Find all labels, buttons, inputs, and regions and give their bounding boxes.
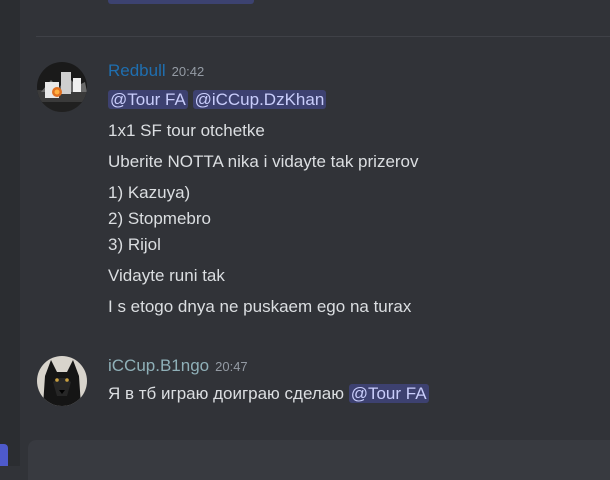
message-line: Я в тб играю доиграю сделаю @Tour FA	[108, 383, 610, 405]
message-line: Vidayte runi tak	[108, 266, 225, 285]
message-content: Redbull 20:42 @Tour FA @iCCup.DzKhan 1x1 …	[108, 60, 610, 318]
message-line: 1) Kazuya)	[108, 183, 191, 202]
server-sidebar-edge	[0, 0, 20, 466]
username[interactable]: Redbull	[108, 61, 166, 80]
message-line: 1x1 SF tour otchetke	[108, 121, 265, 140]
message-divider	[36, 36, 610, 37]
message-line: Uberite NOTTA nika i vidayte tak prizero…	[108, 152, 419, 171]
avatar-redbull-icon[interactable]	[37, 62, 87, 112]
timestamp[interactable]: 20:47	[215, 359, 248, 374]
mention-tour-fa[interactable]: @Tour FA	[108, 90, 188, 109]
sidebar-indicator	[0, 444, 8, 466]
message-line: 2) Stopmebro	[108, 209, 211, 228]
mention-tour-fa[interactable]: @Tour FA	[348, 384, 429, 403]
message-header: Redbull 20:42	[108, 60, 610, 82]
mentions-line: @Tour FA @iCCup.DzKhan	[108, 89, 610, 111]
avatar-wolf-icon[interactable]	[37, 356, 87, 406]
message-header: iCCup.B1ngo 20:47	[108, 355, 610, 377]
message-composer[interactable]	[28, 440, 610, 480]
message-line: I s etogo dnya ne puskaem ego na turax	[108, 297, 412, 316]
username[interactable]: iCCup.B1ngo	[108, 356, 209, 375]
timestamp[interactable]: 20:42	[172, 64, 205, 79]
message-text: Я в тб играю доиграю сделаю	[108, 384, 344, 403]
message-content: iCCup.B1ngo 20:47 Я в тб играю доиграю сд…	[108, 355, 610, 405]
previous-message-remnant	[108, 0, 254, 4]
mention-dzkhan[interactable]: @iCCup.DzKhan	[192, 90, 327, 109]
message-line: 3) Rijol	[108, 235, 161, 254]
